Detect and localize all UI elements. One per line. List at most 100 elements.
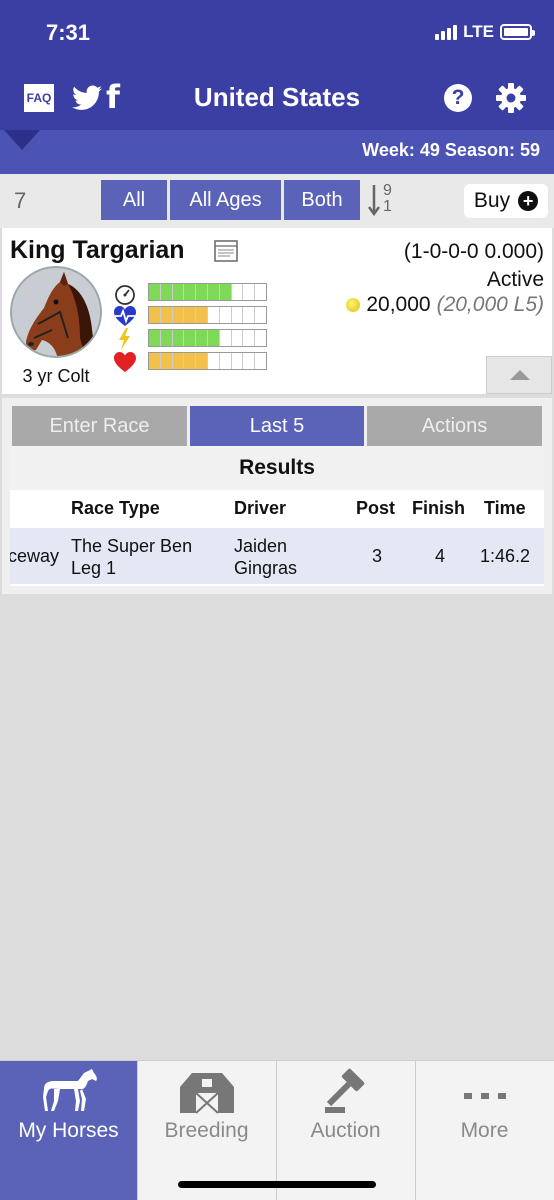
race-type-cell-line2: Leg 1	[71, 558, 117, 578]
collapse-toggle-button[interactable]	[486, 356, 552, 394]
nav-label: My Horses	[18, 1119, 119, 1142]
track-cell: ceway	[10, 546, 60, 566]
nav-more[interactable]: More	[416, 1061, 553, 1200]
stat-bar-segment	[207, 284, 220, 300]
week-value: 49	[419, 140, 440, 160]
stat-bar-segment	[255, 284, 266, 300]
nav-label: Breeding	[164, 1119, 249, 1142]
stat-bar-segment	[196, 307, 208, 323]
stat-bar-segment	[184, 330, 197, 346]
filter-gender-button[interactable]: Both	[284, 180, 360, 220]
stat-bar-segment	[160, 307, 173, 323]
time-cell: 1:46.2	[480, 546, 531, 566]
tab-actions[interactable]: Actions	[367, 406, 542, 446]
driver-cell-line1: Jaiden	[234, 536, 288, 556]
driver-cell-line2: Gingras	[234, 558, 298, 578]
stat-bar-segment	[243, 330, 256, 346]
buy-button[interactable]: Buy +	[464, 184, 548, 218]
stat-bar-segment	[196, 284, 208, 300]
stat-bar-segment	[220, 307, 232, 323]
lightning-icon	[119, 328, 130, 350]
nav-my-horses[interactable]: My Horses	[0, 1061, 137, 1200]
stat-bar-segment	[220, 353, 232, 369]
horse-head-icon	[26, 272, 96, 356]
status-indicators: LTE	[435, 22, 535, 42]
column-header: Race Type	[71, 498, 160, 518]
stat-bar-segment	[232, 307, 244, 323]
stat-bar-segment	[160, 330, 173, 346]
stat-bar-segment	[232, 284, 244, 300]
stat-bar-segment	[243, 284, 256, 300]
results-table[interactable]: Race Type Driver Post Finish Time ceway …	[10, 490, 544, 586]
help-icon[interactable]: ?	[444, 84, 472, 112]
stat-bar-segment	[172, 307, 185, 323]
gear-icon[interactable]	[495, 82, 527, 114]
plus-icon: +	[518, 191, 539, 211]
home-indicator	[178, 1181, 376, 1188]
filter-all-button[interactable]: All	[101, 180, 167, 220]
nav-label: More	[460, 1119, 509, 1142]
race-type-cell-line1: The Super Ben	[71, 536, 193, 556]
horse-record: (1-0-0-0 0.000)	[403, 240, 544, 263]
gait-bar	[148, 329, 267, 347]
horse-count: 7	[14, 188, 27, 213]
tab-last-5[interactable]: Last 5	[190, 406, 364, 446]
stat-bar-segment	[149, 284, 161, 300]
column-header: Driver	[234, 498, 287, 518]
stat-bar-segment	[172, 284, 185, 300]
sort-icon[interactable]: 9 1	[368, 182, 398, 219]
dropdown-notch-icon[interactable]	[4, 130, 40, 150]
tab-enter-race[interactable]: Enter Race	[12, 406, 187, 446]
stat-bar-segment	[232, 330, 244, 346]
horse-icon	[43, 1069, 97, 1111]
stamina-bar	[148, 306, 267, 324]
gavel-icon	[325, 1068, 365, 1113]
season-label: Season:	[444, 140, 515, 160]
horse-status: Active	[486, 268, 544, 291]
nav-breeding[interactable]: Breeding	[138, 1061, 275, 1200]
health-bar	[148, 352, 267, 370]
stat-bar-segment	[207, 330, 220, 346]
post-cell: 3	[372, 546, 383, 566]
stat-bar-segment	[232, 353, 244, 369]
buy-label: Buy	[473, 189, 511, 212]
earnings-value: 20,000	[366, 293, 431, 316]
stat-bar-segment	[149, 330, 161, 346]
horse-name[interactable]: King Targarian	[10, 236, 185, 265]
stat-bar-segment	[184, 353, 197, 369]
finish-cell: 4	[435, 546, 446, 566]
column-header: Time	[484, 498, 526, 518]
stat-bar-segment	[243, 353, 256, 369]
column-header: Finish	[412, 498, 465, 518]
nav-label: Auction	[310, 1119, 381, 1142]
horse-age-gender: 3 yr Colt	[22, 366, 90, 386]
stat-bar-segment	[220, 330, 232, 346]
week-label: Week:	[362, 140, 415, 160]
table-row[interactable]: ceway The Super Ben Leg 1 Jaiden Gingras…	[10, 528, 544, 584]
sort-bottom-digit: 1	[383, 198, 392, 215]
stat-bar-segment	[149, 307, 161, 323]
season-value: 59	[519, 140, 540, 160]
stat-bar-segment	[184, 284, 197, 300]
signal-icon	[435, 24, 458, 40]
network-label: LTE	[463, 22, 494, 41]
filter-ages-button[interactable]: All Ages	[170, 180, 281, 220]
stat-bar-segment	[208, 353, 220, 369]
speed-bar	[148, 283, 267, 301]
horse-earnings: 20,000 (20,000 L5)	[346, 293, 544, 317]
stat-bar-segment	[196, 353, 208, 369]
stat-bar-segment	[255, 353, 266, 369]
speedometer-icon	[115, 285, 135, 305]
stat-bar-segment	[184, 307, 197, 323]
stat-bar-segment	[160, 353, 173, 369]
week-season-info: Week: 49 Season: 59	[362, 140, 540, 161]
stat-bar-segment	[255, 307, 266, 323]
barn-icon	[180, 1073, 234, 1114]
horse-avatar[interactable]	[10, 266, 102, 358]
stat-bar-segment	[160, 284, 173, 300]
notes-icon[interactable]	[214, 239, 238, 263]
nav-auction[interactable]: Auction	[277, 1061, 414, 1200]
stat-bar-segment	[172, 353, 185, 369]
stat-bar-segment	[172, 330, 185, 346]
heart-icon	[114, 352, 136, 372]
